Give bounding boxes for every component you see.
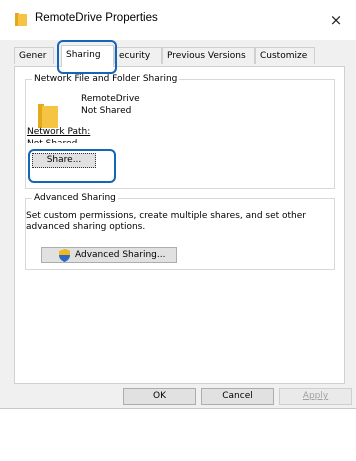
advanced-sharing-button[interactable]: Advanced Sharing... (41, 247, 177, 263)
close-icon: × (329, 11, 343, 29)
folder-icon (38, 104, 58, 128)
share-status: Not Shared (81, 106, 132, 116)
sharing-panel: Network File and Folder Sharing RemoteDr… (14, 66, 345, 384)
advanced-sharing-button-label: Advanced Sharing... (75, 250, 166, 260)
tab-security[interactable]: ecurity (114, 47, 162, 64)
window-title: RemoteDrive Properties (35, 12, 158, 24)
apply-label: Apply (302, 391, 329, 401)
cancel-label: Cancel (222, 391, 253, 401)
folder-name: RemoteDrive (81, 94, 140, 104)
advanced-sharing-description: Set custom permissions, create multiple … (26, 211, 306, 232)
share-button[interactable]: Share... (32, 153, 96, 168)
tab-security-label: ecurity (119, 51, 151, 61)
tab-general[interactable]: Gener (14, 47, 54, 64)
advanced-sharing-title: Advanced Sharing (32, 193, 118, 204)
network-path-label: Network Path: (27, 127, 90, 137)
close-button[interactable]: × (316, 0, 356, 40)
network-sharing-title: Network File and Folder Sharing (32, 74, 180, 85)
share-button-label: Share... (46, 155, 82, 165)
title-bar: RemoteDrive Properties × (0, 0, 356, 40)
folder-icon (15, 13, 27, 26)
network-path-label-text: Network Path: (27, 127, 91, 137)
network-path-value: Not Shared (27, 139, 77, 143)
tab-customize[interactable]: Customize (255, 47, 315, 64)
properties-dialog: RemoteDrive Properties × Gener Sharing e… (0, 0, 356, 409)
tab-sharing[interactable]: Sharing (61, 45, 114, 67)
tab-sharing-label: Sharing (66, 50, 101, 60)
cancel-button[interactable]: Cancel (201, 388, 274, 405)
tab-general-label: Gener (19, 51, 47, 61)
tab-previous-versions-label: Previous Versions (167, 51, 246, 61)
network-sharing-group: Network File and Folder Sharing RemoteDr… (25, 74, 335, 189)
shield-icon (59, 249, 70, 262)
tab-customize-label: Customize (260, 51, 308, 61)
ok-button[interactable]: OK (123, 388, 196, 405)
ok-label: OK (153, 391, 166, 401)
tab-previous-versions[interactable]: Previous Versions (162, 47, 255, 64)
advanced-sharing-group: Advanced Sharing Set custom permissions,… (25, 193, 335, 270)
tab-strip: Gener Sharing ecurity Previous Versions … (14, 45, 344, 67)
apply-button[interactable]: Apply (279, 388, 352, 405)
